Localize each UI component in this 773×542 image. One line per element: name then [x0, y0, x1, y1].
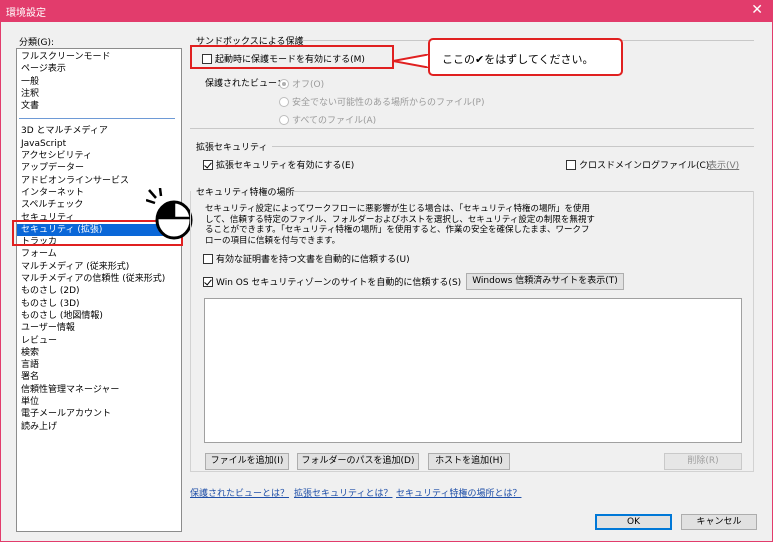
radio-unsafe[interactable] [279, 97, 289, 107]
category-item[interactable]: 単位 [17, 396, 181, 408]
add-host-button[interactable]: ホストを追加(H) [428, 453, 510, 470]
close-icon[interactable]: ✕ [751, 2, 763, 18]
cross-domain-row[interactable]: クロスドメインログファイル(C) [566, 158, 709, 171]
pv-option-all[interactable]: すべてのファイル(A) [279, 113, 376, 126]
enhanced-label: 拡張セキュリティを有効にする(E) [216, 161, 355, 171]
link-privileged-locations[interactable]: セキュリティ特権の場所とは？ [396, 486, 521, 499]
enhanced-checkbox[interactable] [203, 160, 213, 170]
trust-winos-row[interactable]: Win OS セキュリティゾーンのサイトを自動的に信頼する(S) [203, 275, 461, 288]
enhanced-row[interactable]: 拡張セキュリティを有効にする(E) [203, 158, 354, 171]
category-item[interactable]: 電子メールアカウント [17, 408, 181, 420]
category-item[interactable]: マルチメディア (従来形式) [17, 261, 181, 273]
link-enhanced-security[interactable]: 拡張セキュリティとは？ [294, 486, 392, 499]
instruction-callout: ここの✔をはずしてください。 [428, 38, 623, 76]
category-list[interactable]: フルスクリーンモード ページ表示 一般 注釈 文書 3D とマルチメディア JavaScr… [16, 48, 182, 532]
cross-domain-label: クロスドメインログファイル(C) [579, 161, 710, 171]
category-item[interactable]: マルチメディアの信頼性 (従来形式) [17, 273, 181, 285]
sandbox-bottom-line [190, 128, 754, 129]
category-item[interactable]: 読み上げ [17, 421, 181, 433]
ok-button[interactable]: OK [595, 514, 672, 530]
category-item[interactable]: 3D とマルチメディア [17, 125, 181, 137]
category-item[interactable]: 文書 [17, 100, 181, 112]
privileged-locations-list[interactable] [204, 298, 742, 443]
privileged-description: セキュリティ設定によってワークフローに悪影響が生じる場合は、「セキュリティ特権の… [205, 204, 595, 246]
pv-option-unsafe[interactable]: 安全でない可能性のある場所からのファイル(P) [279, 95, 484, 108]
sandbox-title: サンドボックスによる保護 [196, 37, 304, 47]
category-item[interactable]: ページ表示 [17, 63, 181, 75]
view-link[interactable]: 表示(V) [708, 158, 739, 171]
protected-mode-checkbox[interactable] [202, 54, 212, 64]
category-item[interactable]: レビュー [17, 335, 181, 347]
protected-mode-row[interactable]: 起動時に保護モードを有効にする(M) [202, 52, 365, 65]
category-item[interactable]: フォーム [17, 248, 181, 260]
add-file-button[interactable]: ファイルを追加(I) [205, 453, 289, 470]
category-item[interactable]: 一般 [17, 76, 181, 88]
trust-winos-label: Win OS セキュリティゾーンのサイトを自動的に信頼する(S) [216, 278, 462, 288]
pv-option-off[interactable]: オフ(O) [279, 77, 324, 90]
enhanced-title: 拡張セキュリティ [196, 143, 268, 153]
trust-winos-checkbox[interactable] [203, 277, 213, 287]
remove-button[interactable]: 削除(R) [664, 453, 742, 470]
radio-all[interactable] [279, 115, 289, 125]
trust-certified-label: 有効な証明書を持つ文書を自動的に信頼する(U) [216, 255, 410, 265]
pv-off-label: オフ(O) [292, 80, 325, 90]
category-item[interactable]: 信頼性管理マネージャー [17, 384, 181, 396]
pv-unsafe-label: 安全でない可能性のある場所からのファイル(P) [292, 98, 485, 108]
category-item[interactable]: 署名 [17, 371, 181, 383]
category-item[interactable]: 言語 [17, 359, 181, 371]
category-item[interactable]: ユーザー情報 [17, 322, 181, 334]
category-separator [19, 118, 175, 120]
mouse-click-icon [146, 188, 193, 240]
category-item[interactable]: アクセシビリティ [17, 150, 181, 162]
callout-text: ここの✔をはずしてください。 [442, 53, 594, 66]
protected-view-label: 保護されたビュー： [205, 79, 287, 89]
radio-off[interactable] [279, 79, 289, 89]
protected-mode-label: 起動時に保護モードを有効にする(M) [215, 55, 365, 65]
pv-all-label: すべてのファイル(A) [292, 116, 377, 126]
trust-certified-row[interactable]: 有効な証明書を持つ文書を自動的に信頼する(U) [203, 252, 410, 265]
category-item[interactable]: ものさし (2D) [17, 285, 181, 297]
category-item[interactable]: 注釈 [17, 88, 181, 100]
category-item[interactable]: フルスクリーンモード [17, 51, 181, 63]
title-bar: 環境設定 ✕ [0, 0, 773, 22]
category-item[interactable]: アドビオンラインサービス [17, 175, 181, 187]
category-item[interactable]: ものさし (3D) [17, 298, 181, 310]
category-item[interactable]: JavaScript [17, 138, 181, 150]
cancel-button[interactable]: キャンセル [681, 514, 757, 530]
window-title: 環境設定 [6, 8, 46, 19]
category-item[interactable]: 検索 [17, 347, 181, 359]
trust-certified-checkbox[interactable] [203, 254, 213, 264]
category-item[interactable]: アップデーター [17, 162, 181, 174]
link-protected-view[interactable]: 保護されたビューとは？ [190, 486, 289, 499]
callout-arrow [393, 54, 431, 68]
category-label: 分類(G): [19, 38, 55, 48]
enhanced-divider [272, 146, 754, 147]
category-item[interactable]: ものさし (地図情報) [17, 310, 181, 322]
add-folder-button[interactable]: フォルダーのパスを追加(D) [297, 453, 419, 470]
cross-domain-checkbox[interactable] [566, 160, 576, 170]
show-trusted-sites-button[interactable]: Windows 信頼済みサイトを表示(T) [466, 273, 624, 290]
